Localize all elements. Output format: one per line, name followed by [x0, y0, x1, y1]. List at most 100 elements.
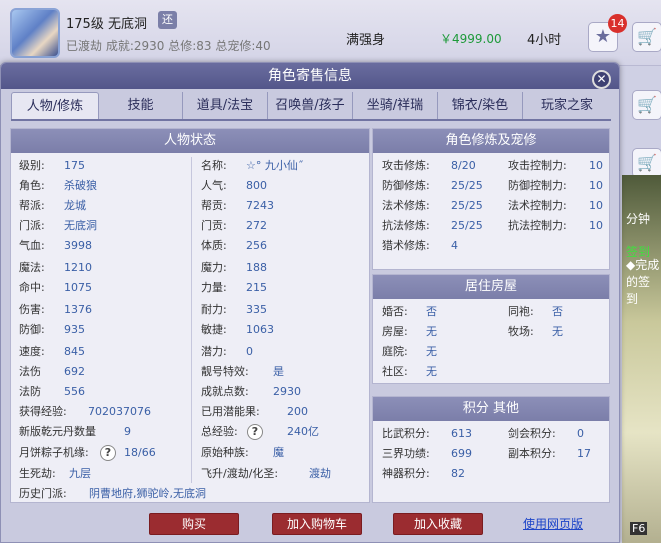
stat-value: 335: [246, 303, 267, 316]
stat-row: 伤害:: [19, 303, 45, 316]
stat-value: 渡劫: [309, 467, 331, 480]
tab-divider: [11, 119, 611, 121]
points-row: 比武积分:: [382, 427, 430, 440]
stat-value: ☆° 九小仙˝: [246, 159, 304, 172]
points-row: 三界功绩:: [382, 447, 430, 460]
stat-row: 月饼粽子机缘:: [19, 446, 89, 459]
stat-value: 702037076: [88, 405, 151, 418]
tab-pets[interactable]: 召唤兽/孩子: [268, 92, 353, 120]
stat-value: 1376: [64, 303, 92, 316]
stat-row: 命中:: [19, 281, 45, 294]
points-row: 神器积分:: [382, 467, 430, 480]
stat-value: 188: [246, 261, 267, 274]
points-value: 699: [451, 447, 472, 460]
help-icon[interactable]: ?: [247, 423, 263, 441]
cart-button[interactable]: 🛒: [632, 148, 661, 178]
help-icon[interactable]: ?: [100, 444, 116, 462]
cart-button[interactable]: 🛒: [632, 22, 661, 52]
tab-items[interactable]: 道具/法宝: [183, 92, 268, 120]
housing-row: 房屋:: [382, 325, 408, 338]
stat-row: 速度:: [19, 345, 45, 358]
tab-home[interactable]: 玩家之家: [523, 92, 611, 120]
stat-value: 272: [246, 219, 267, 232]
stat-value: 1210: [64, 261, 92, 274]
stat-value: 0: [246, 345, 253, 358]
tab-outfits[interactable]: 锦衣/染色: [438, 92, 523, 120]
cart-icon: 🛒: [637, 153, 657, 172]
stat-value: 240亿: [287, 425, 319, 438]
stat-row: 名称:: [201, 159, 227, 172]
points-value: 17: [577, 447, 591, 460]
stat-row: 魔力:: [201, 261, 227, 274]
listing-price: ￥4999.00: [440, 32, 502, 46]
stat-value: 935: [64, 323, 85, 336]
stat-row: 防御:: [19, 323, 45, 336]
cart-button[interactable]: 🛒: [632, 90, 661, 120]
housing-value: 无: [552, 325, 563, 338]
tab-mounts[interactable]: 坐骑/祥瑞: [353, 92, 438, 120]
housing-row: 社区:: [382, 365, 408, 378]
points-value: 613: [451, 427, 472, 440]
stat-row: 体质:: [201, 239, 227, 252]
stat-row: 魔法:: [19, 261, 45, 274]
housing-row: 同袍:: [508, 305, 534, 318]
stat-value: 九层: [69, 467, 91, 480]
stat-row: 成就点数:: [201, 385, 249, 398]
cultivation-row: 法术修炼:: [382, 199, 430, 212]
stat-value: 龙城: [64, 199, 86, 212]
cultivation-value: 10: [589, 159, 603, 172]
housing-value: 无: [426, 365, 437, 378]
history-value: 阴曹地府,狮驼岭,无底洞: [89, 487, 206, 500]
stat-value: 1075: [64, 281, 92, 294]
cultivation-row: 攻击修炼:: [382, 159, 430, 172]
points-panel: 积分 其他 比武积分: 613 剑会积分: 0 三界功绩: 699 副本积分: …: [372, 396, 610, 503]
use-web-version-link[interactable]: 使用网页版: [523, 515, 583, 532]
status-title: 人物状态: [11, 129, 369, 153]
dialog-title: 角色寄售信息: [1, 63, 619, 89]
cultivation-row: 猎术修炼:: [382, 239, 430, 252]
stat-value: 692: [64, 365, 85, 378]
stat-value: 2930: [273, 385, 301, 398]
cultivation-value: 8/20: [451, 159, 476, 172]
character-avatar: [10, 8, 60, 58]
stat-row: 敏捷:: [201, 323, 227, 336]
cart-icon: 🛒: [637, 95, 657, 114]
cultivation-row: 防御修炼:: [382, 179, 430, 192]
listing-level: 175级: [66, 17, 104, 32]
stat-row: 角色:: [19, 179, 45, 192]
housing-panel: 居住房屋 婚否: 否 同袍: 否 房屋: 无 牧场: 无 庭院: 无 社区: 无: [372, 274, 610, 384]
points-title: 积分 其他: [373, 397, 609, 421]
housing-value: 无: [426, 345, 437, 358]
column-divider: [191, 157, 192, 483]
game-scene: [622, 175, 661, 543]
close-icon[interactable]: ✕: [592, 70, 611, 89]
stat-value: 9: [124, 425, 131, 438]
stat-row: 飞升/渡劫/化圣:: [201, 467, 279, 480]
tab-skills[interactable]: 技能: [99, 92, 183, 120]
housing-value: 否: [426, 305, 437, 318]
cart-icon: 🛒: [637, 27, 657, 46]
buy-button[interactable]: 购买: [149, 513, 239, 535]
add-to-favorites-button[interactable]: 加入收藏: [393, 513, 483, 535]
add-to-cart-button[interactable]: 加入购物车: [272, 513, 362, 535]
listing-summary: 已渡劫 成就:2930 总修:83 总宠修:40: [66, 39, 271, 53]
cultivation-panel: 角色修炼及宠修 攻击修炼: 8/20 攻击控制力: 10 防御修炼: 25/25…: [372, 128, 610, 270]
stat-row: 新版乾元丹数量: [19, 425, 96, 438]
stat-row: 耐力:: [201, 303, 227, 316]
housing-title: 居住房屋: [373, 275, 609, 299]
listing-row[interactable]: 175级 无底洞 还 已渡劫 成就:2930 总修:83 总宠修:40 满强身 …: [0, 0, 661, 66]
tab-character[interactable]: 人物/修炼: [11, 92, 99, 120]
status-panel: 人物状态 级别: 175 名称: ☆° 九小仙˝ 角色: 杀破狼 人气: 800…: [10, 128, 370, 503]
cultivation-row: 法术控制力:: [508, 199, 567, 212]
points-value: 82: [451, 467, 465, 480]
stat-value: 200: [287, 405, 308, 418]
history-label: 历史门派:: [19, 487, 67, 500]
stat-row: 生死劫:: [19, 467, 56, 480]
stat-row: 气血:: [19, 239, 45, 252]
stat-row: 法防: [19, 385, 41, 398]
stat-value: 215: [246, 281, 267, 294]
stat-value: 3998: [64, 239, 92, 252]
points-row: 副本积分:: [508, 447, 556, 460]
return-tag: 还: [158, 11, 177, 29]
consignment-dialog: 角色寄售信息 ✕ 人物/修炼 技能 道具/法宝 召唤兽/孩子 坐骑/祥瑞 锦衣/…: [0, 62, 620, 543]
